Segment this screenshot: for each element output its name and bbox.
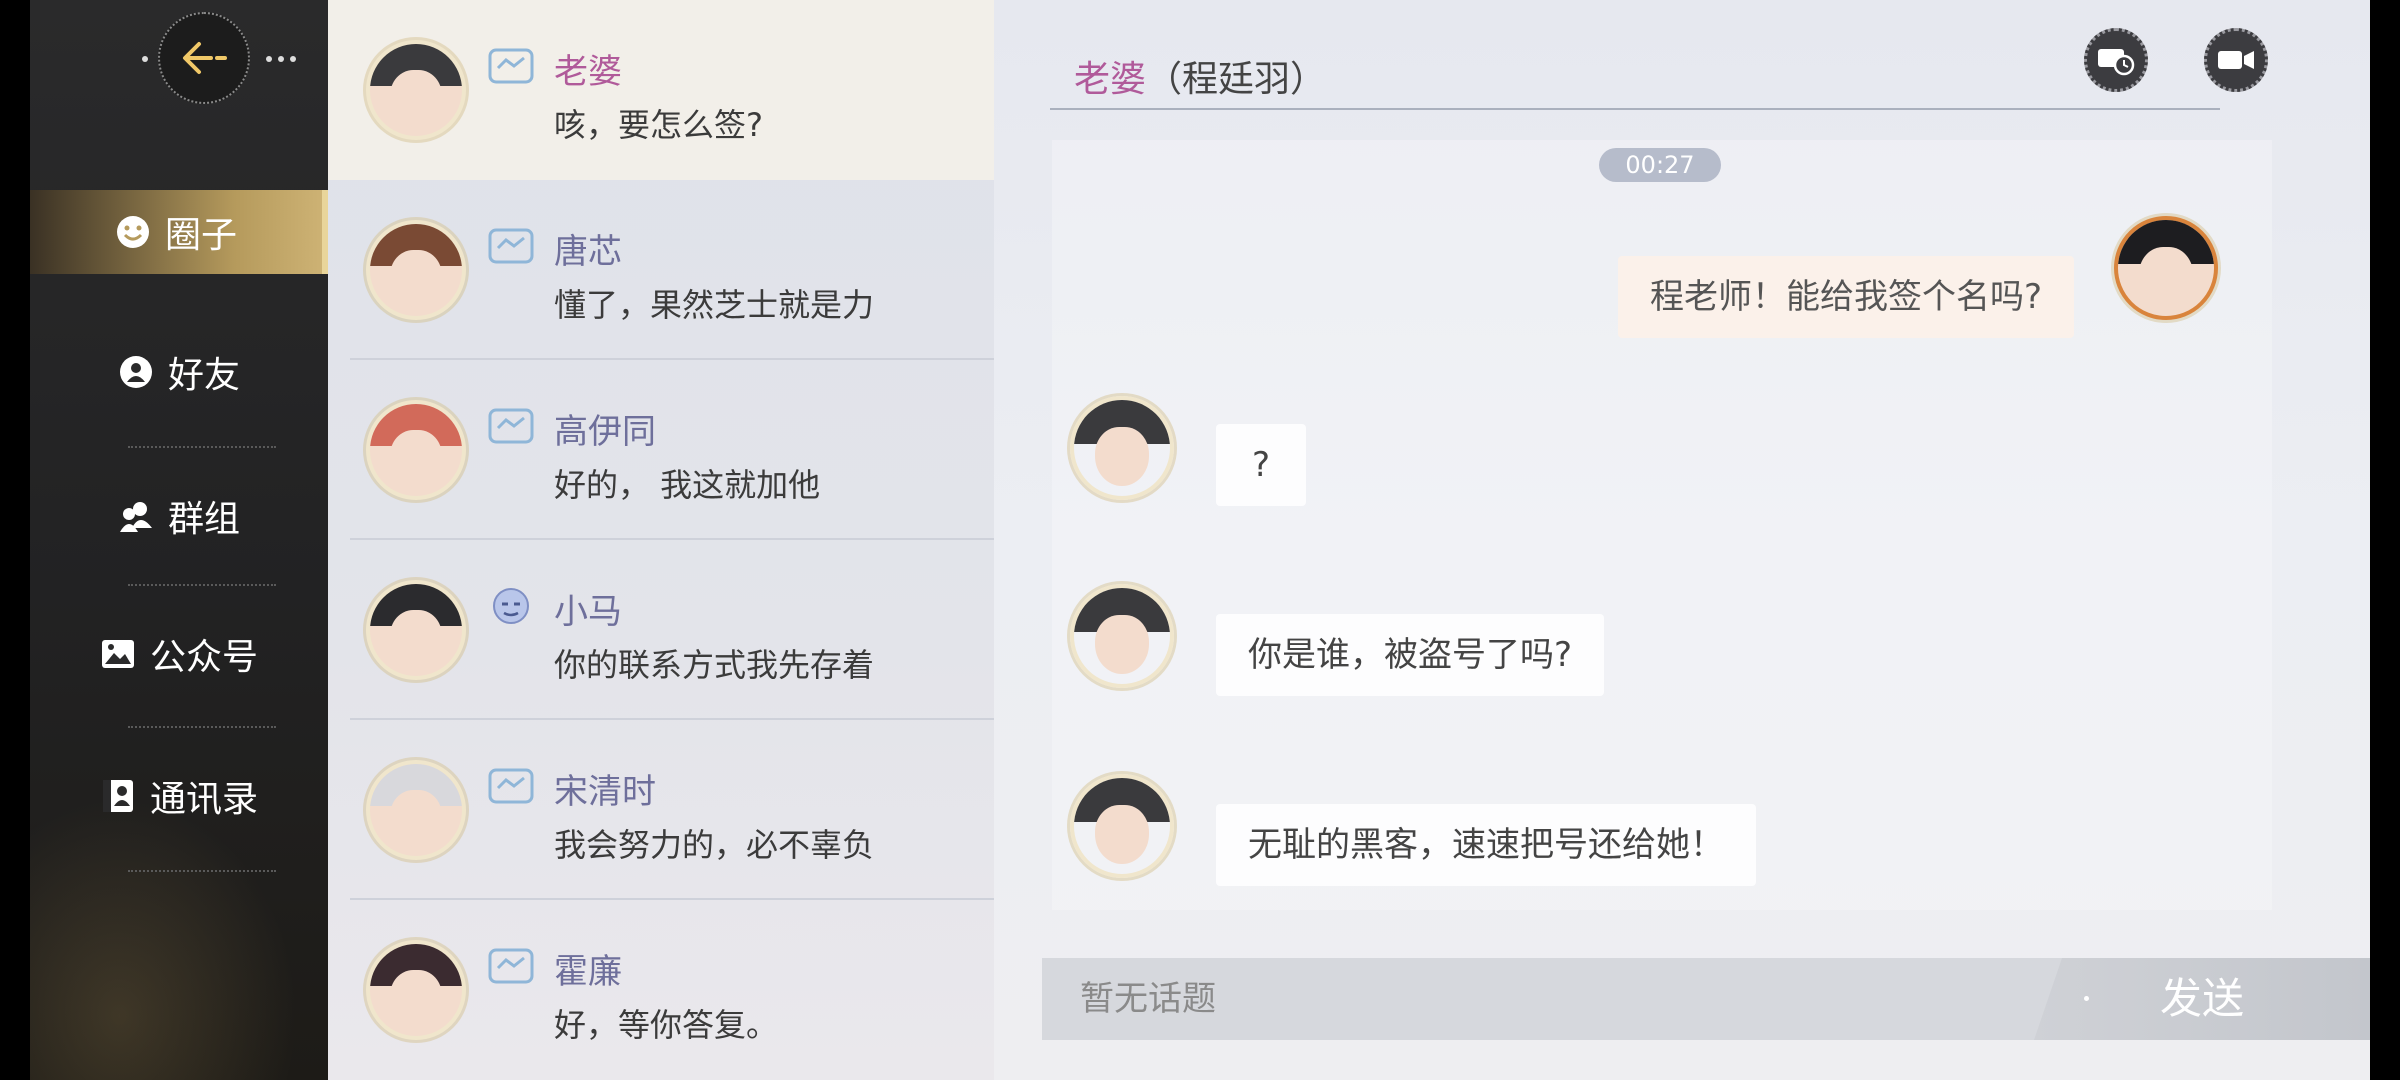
chat-title: 老婆（程廷羽）	[1074, 50, 1326, 102]
video-call-button[interactable]	[2204, 28, 2268, 92]
nav-item-label: 群组	[167, 499, 240, 540]
message-timestamp: 00:27	[1599, 148, 1721, 182]
contact-item[interactable]: 高伊同 好的， 我这就加他	[328, 360, 994, 540]
chat-title-name: 老婆	[1074, 59, 1147, 100]
contact-name: 小马	[554, 592, 622, 632]
smiley-icon	[115, 214, 151, 250]
handshake-icon	[488, 948, 534, 984]
nav-divider	[128, 584, 276, 586]
contact-item[interactable]: 小马 你的联系方式我先存着	[328, 540, 994, 720]
contact-last-message: 我会努力的，必不辜负	[554, 826, 875, 864]
avatar	[366, 940, 466, 1040]
nav-item-label: 公众号	[149, 637, 258, 678]
handshake-icon	[488, 768, 534, 804]
contact-avatar	[1070, 584, 1174, 688]
send-decor-dot	[2084, 996, 2089, 1001]
nav-item-friends[interactable]: 好友	[30, 330, 328, 414]
avatar	[366, 400, 466, 500]
contacts-book-icon	[100, 778, 136, 814]
back-decor-dot	[278, 56, 284, 62]
screen-edge	[0, 0, 30, 1080]
nav-item-official-accounts[interactable]: 公众号	[30, 612, 328, 696]
image-icon	[100, 636, 136, 672]
nav-item-label: 通讯录	[149, 779, 258, 820]
contact-item[interactable]: 老婆 咳，要怎么签?	[328, 0, 994, 180]
nav-item-contacts-book[interactable]: 通讯录	[30, 754, 328, 838]
nav-divider	[128, 446, 276, 448]
chat-title-subtitle: （程廷羽）	[1146, 59, 1327, 100]
face-icon	[493, 588, 529, 624]
history-button[interactable]	[2084, 28, 2148, 92]
nav-item-circle[interactable]: 圈子	[30, 190, 328, 274]
avatar	[366, 760, 466, 860]
nav-item-groups[interactable]: 群组	[30, 474, 328, 558]
nav-divider	[128, 870, 276, 872]
chat-history-icon	[2098, 49, 2135, 76]
handshake-icon	[488, 48, 534, 84]
handshake-icon	[488, 228, 534, 264]
contact-item[interactable]: 霍廉 好，等你答复。	[328, 900, 994, 1080]
contact-list: 老婆 咳，要怎么签? 唐芯 懂了，果然芝士就是力 高伊同 好的， 我这就加他 小…	[328, 0, 994, 1080]
chat-panel: 老婆（程廷羽） 00:27 程老师！能给我签个名吗? ? 你是谁，被盗号了吗? …	[994, 0, 2370, 1080]
back-arrow-icon	[183, 42, 227, 74]
back-button[interactable]	[158, 12, 250, 104]
contact-last-message: 你的联系方式我先存着	[554, 646, 875, 684]
group-icon	[118, 498, 154, 534]
avatar	[366, 40, 466, 140]
contact-name: 老婆	[554, 52, 622, 92]
contact-name: 高伊同	[554, 412, 656, 452]
contact-name: 霍廉	[554, 952, 622, 992]
contact-last-message: 好的， 我这就加他	[554, 466, 821, 504]
side-nav: 圈子 好友 群组 公众号 通讯录	[30, 0, 328, 1080]
back-decor-dot	[142, 56, 148, 62]
message-input[interactable]	[1042, 958, 2042, 1040]
avatar	[366, 220, 466, 320]
contact-avatar	[1070, 774, 1174, 878]
contact-item[interactable]: 宋清时 我会努力的，必不辜负	[328, 720, 994, 900]
contact-name: 宋清时	[554, 772, 656, 812]
message-bubble-received: 无耻的黑客，速速把号还给她！	[1216, 804, 1756, 886]
player-avatar	[2114, 216, 2218, 320]
contact-last-message: 咳，要怎么签?	[554, 106, 763, 144]
back-decor-dot	[290, 56, 296, 62]
contact-avatar	[1070, 396, 1174, 500]
contact-last-message: 懂了，果然芝士就是力	[554, 286, 875, 324]
contact-item[interactable]: 唐芯 懂了，果然芝士就是力	[328, 180, 994, 360]
handshake-icon	[488, 408, 534, 444]
video-camera-icon	[2218, 51, 2254, 69]
avatar	[366, 580, 466, 680]
header-divider	[1050, 108, 2220, 110]
message-bubble-received: ?	[1216, 424, 1306, 506]
nav-item-label: 圈子	[164, 215, 237, 256]
message-bubble-sent: 程老师！能给我签个名吗?	[1618, 256, 2075, 338]
contact-last-message: 好，等你答复。	[554, 1006, 779, 1044]
back-decor-dot	[266, 56, 272, 62]
nav-item-label: 好友	[167, 355, 240, 396]
contact-name: 唐芯	[554, 232, 622, 272]
nav-divider	[128, 726, 276, 728]
message-bubble-received: 你是谁，被盗号了吗?	[1216, 614, 1605, 696]
friend-icon	[118, 354, 154, 390]
